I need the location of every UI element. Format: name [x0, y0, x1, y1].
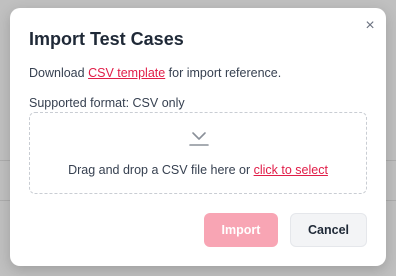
- download-tray-icon: [189, 132, 209, 146]
- download-instruction: Download CSV template for import referen…: [29, 66, 281, 80]
- cancel-button[interactable]: Cancel: [290, 213, 367, 247]
- supported-format-label: Supported format: CSV only: [29, 96, 185, 110]
- close-icon[interactable]: ×: [362, 18, 378, 34]
- file-dropzone[interactable]: Drag and drop a CSV file here or click t…: [29, 112, 367, 194]
- download-suffix: for import reference.: [165, 66, 282, 80]
- csv-template-link[interactable]: CSV template: [88, 66, 165, 80]
- click-to-select-link[interactable]: click to select: [254, 163, 328, 177]
- dropzone-text-prefix: Drag and drop a CSV file here or: [68, 163, 254, 177]
- dialog-title: Import Test Cases: [29, 29, 184, 49]
- import-dialog: × Import Test Cases Download CSV templat…: [10, 8, 386, 266]
- import-button[interactable]: Import: [204, 213, 278, 247]
- download-prefix: Download: [29, 66, 89, 80]
- dropzone-text: Drag and drop a CSV file here or click t…: [30, 163, 366, 177]
